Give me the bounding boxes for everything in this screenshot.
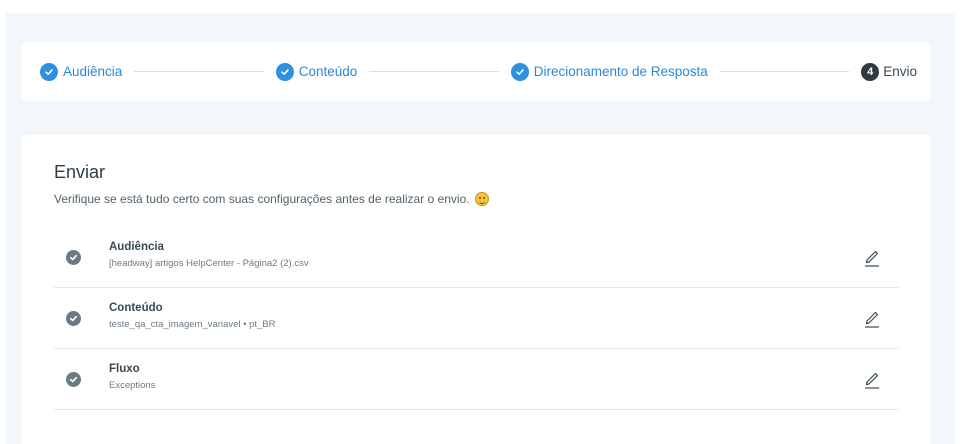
- step-number-badge: 4: [861, 62, 880, 81]
- step-envio[interactable]: 4 Envio: [861, 62, 918, 81]
- check-circle-icon: [275, 62, 294, 81]
- step-label: Conteúdo: [298, 64, 358, 79]
- edit-pencil-icon[interactable]: [863, 368, 881, 390]
- stepper: Audiência Conteúdo Direcionamento de Res…: [21, 42, 931, 101]
- smile-emoji-icon: [474, 192, 489, 206]
- summary-list: Audiência [headway] artigos HelpCenter -…: [54, 227, 899, 410]
- step-label: Envio: [883, 64, 918, 79]
- item-title: Conteúdo: [109, 302, 163, 314]
- check-circle-icon: [66, 311, 81, 326]
- edit-pencil-icon[interactable]: [863, 246, 881, 268]
- list-item-fluxo: Fluxo Exceptions: [54, 349, 899, 410]
- step-direcionamento[interactable]: Direcionamento de Resposta: [510, 62, 708, 81]
- item-detail: teste_qa_cta_imagem_variavel • pt_BR: [109, 319, 276, 330]
- step-connector: [369, 71, 499, 72]
- step-label: Audiência: [63, 64, 123, 79]
- page-subtitle: Verifique se está tudo certo com suas co…: [54, 192, 489, 206]
- item-title: Audiência: [109, 241, 164, 253]
- list-item-conteudo: Conteúdo teste_qa_cta_imagem_variavel • …: [54, 288, 899, 349]
- page-background: Audiência Conteúdo Direcionamento de Res…: [6, 13, 955, 444]
- item-detail: Exceptions: [109, 380, 156, 391]
- step-audiencia[interactable]: Audiência: [40, 62, 123, 81]
- step-conteudo[interactable]: Conteúdo: [275, 62, 358, 81]
- step-connector: [134, 71, 264, 72]
- check-circle-icon: [66, 372, 81, 387]
- check-circle-icon: [40, 62, 58, 81]
- edit-pencil-icon[interactable]: [863, 307, 881, 329]
- step-label: Direcionamento de Resposta: [533, 64, 708, 79]
- item-detail: [headway] artigos HelpCenter - Página2 (…: [109, 258, 309, 269]
- step-connector: [719, 71, 850, 72]
- page-title: Enviar: [54, 162, 106, 182]
- list-item-audiencia: Audiência [headway] artigos HelpCenter -…: [54, 227, 899, 288]
- review-card: Enviar Verifique se está tudo certo com …: [21, 135, 931, 444]
- item-title: Fluxo: [109, 363, 140, 375]
- check-circle-icon: [66, 250, 81, 265]
- subtitle-text: Verifique se está tudo certo com suas co…: [54, 192, 470, 206]
- check-circle-icon: [510, 62, 529, 81]
